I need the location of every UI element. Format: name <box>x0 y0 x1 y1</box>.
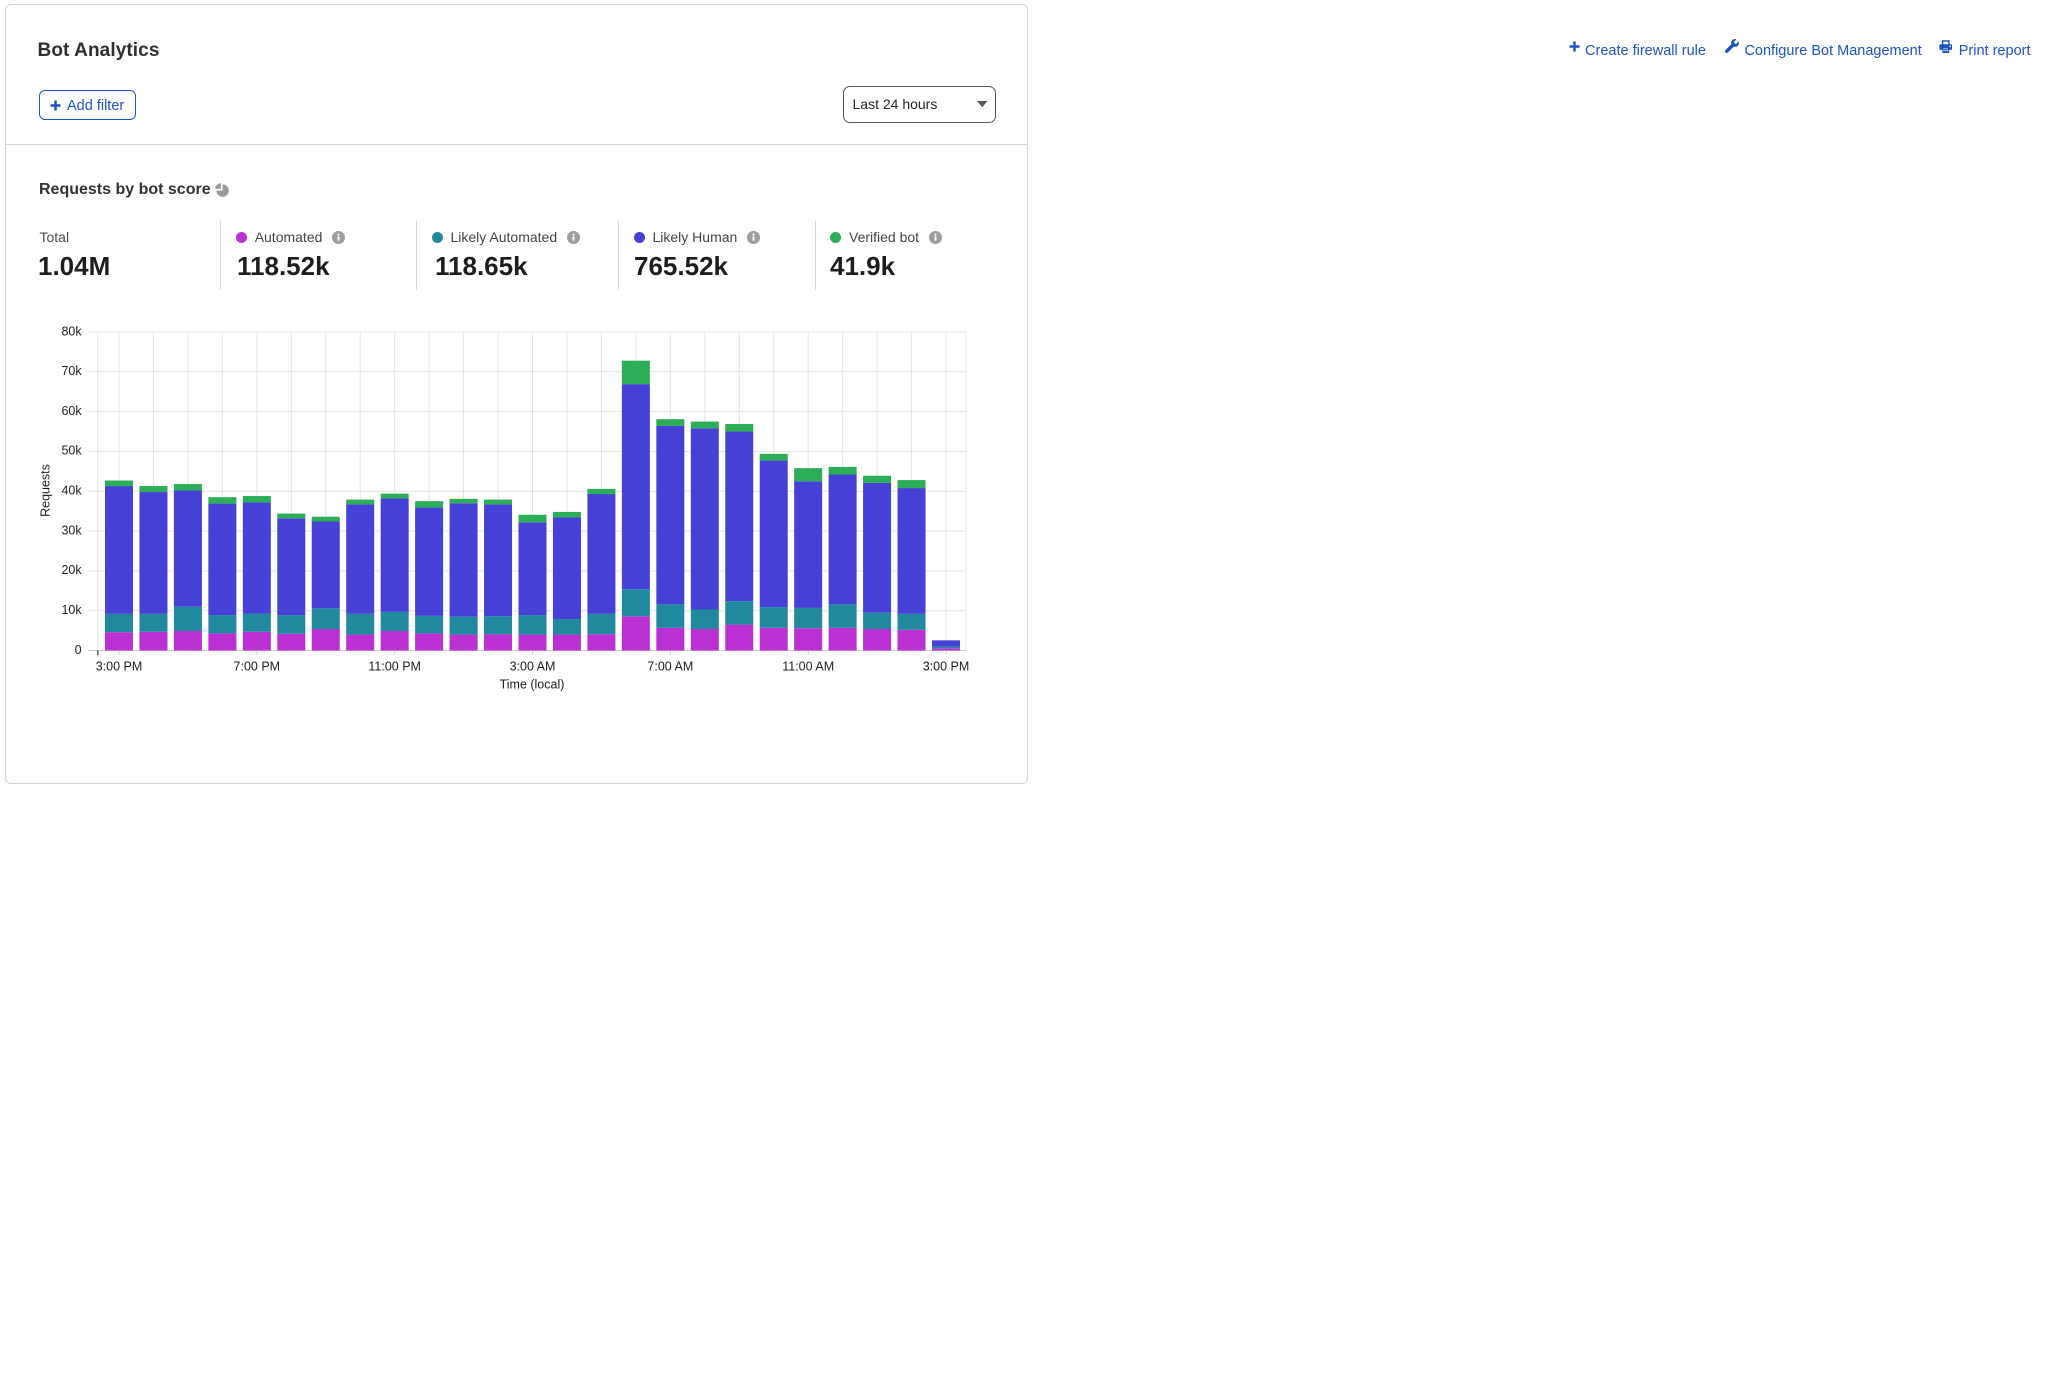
svg-text:80k: 80k <box>61 324 82 338</box>
svg-text:70k: 70k <box>61 364 82 378</box>
svg-text:11:00 PM: 11:00 PM <box>368 659 421 673</box>
svg-text:3:00 PM: 3:00 PM <box>923 659 970 673</box>
svg-text:20k: 20k <box>61 563 82 577</box>
svg-text:0: 0 <box>75 643 82 657</box>
svg-text:Requests: Requests <box>39 464 53 517</box>
svg-text:60k: 60k <box>61 404 82 418</box>
svg-text:10k: 10k <box>61 603 82 617</box>
svg-text:7:00 AM: 7:00 AM <box>647 659 693 673</box>
svg-text:30k: 30k <box>61 523 82 537</box>
svg-text:40k: 40k <box>61 484 82 498</box>
svg-text:50k: 50k <box>61 444 82 458</box>
svg-text:Time (local): Time (local) <box>500 677 565 691</box>
svg-text:11:00 AM: 11:00 AM <box>782 659 834 673</box>
svg-text:3:00 PM: 3:00 PM <box>96 659 143 673</box>
svg-text:7:00 PM: 7:00 PM <box>234 659 281 673</box>
svg-text:3:00 AM: 3:00 AM <box>510 659 556 673</box>
